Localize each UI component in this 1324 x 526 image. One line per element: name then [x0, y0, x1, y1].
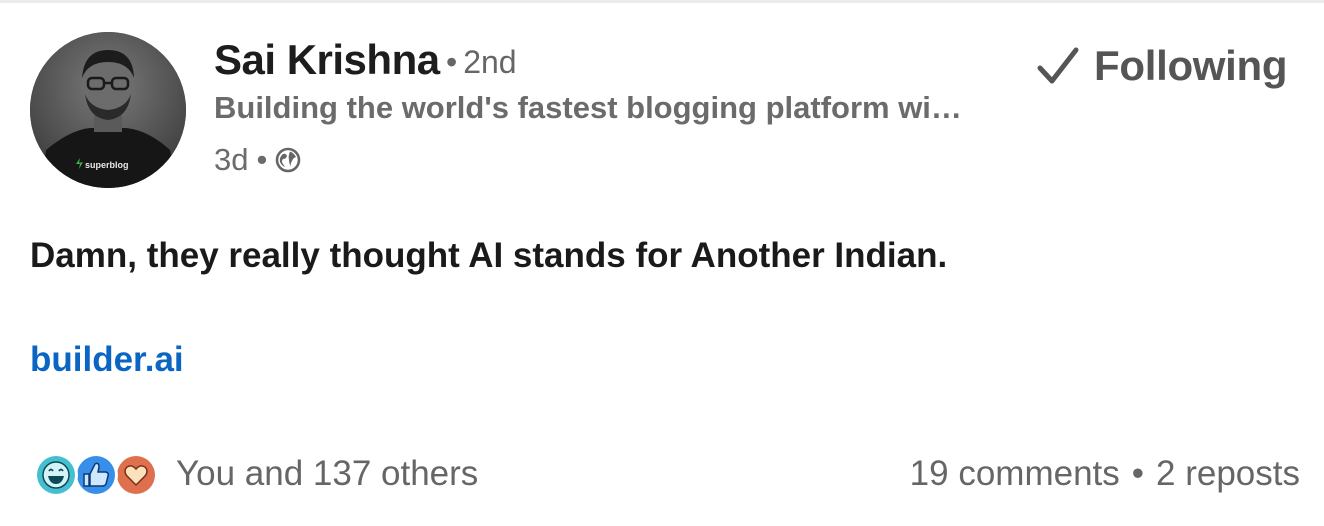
shirt-logo-text: superblog — [85, 160, 129, 170]
author-headline: Building the world's fastest blogging pl… — [214, 90, 962, 125]
reactions-summary[interactable]: You and 137 others — [176, 454, 478, 494]
author-name[interactable]: Sai Krishna — [214, 36, 440, 84]
reposts-count[interactable]: 2 reposts — [1156, 454, 1300, 494]
post-meta: 3d • — [214, 140, 301, 180]
connection-degree: • 2nd — [446, 44, 517, 81]
like-reaction-icon — [74, 453, 118, 497]
post-link[interactable]: builder.ai — [30, 340, 184, 380]
degree-separator: • — [446, 44, 458, 80]
engagement-counts: 19 comments • 2 reposts — [910, 454, 1300, 494]
following-label: Following — [1094, 42, 1288, 89]
following-button[interactable]: Following — [1036, 40, 1288, 92]
comments-count[interactable]: 19 comments — [910, 454, 1120, 494]
check-icon — [1036, 46, 1080, 86]
globe-icon — [275, 147, 301, 173]
funny-reaction-icon — [34, 453, 78, 497]
feed-post: superblog Sai Krishna • 2nd Building the … — [0, 0, 1324, 526]
avatar[interactable]: superblog — [30, 32, 186, 188]
meta-separator: • — [256, 142, 268, 177]
reaction-icons[interactable] — [32, 450, 162, 500]
avatar-photo: superblog — [30, 32, 186, 188]
degree-label: 2nd — [463, 44, 517, 80]
post-time: 3d — [214, 142, 249, 177]
love-reaction-icon — [114, 453, 158, 497]
post-text: Damn, they really thought AI stands for … — [30, 236, 948, 275]
engagement-separator: • — [1131, 454, 1145, 493]
